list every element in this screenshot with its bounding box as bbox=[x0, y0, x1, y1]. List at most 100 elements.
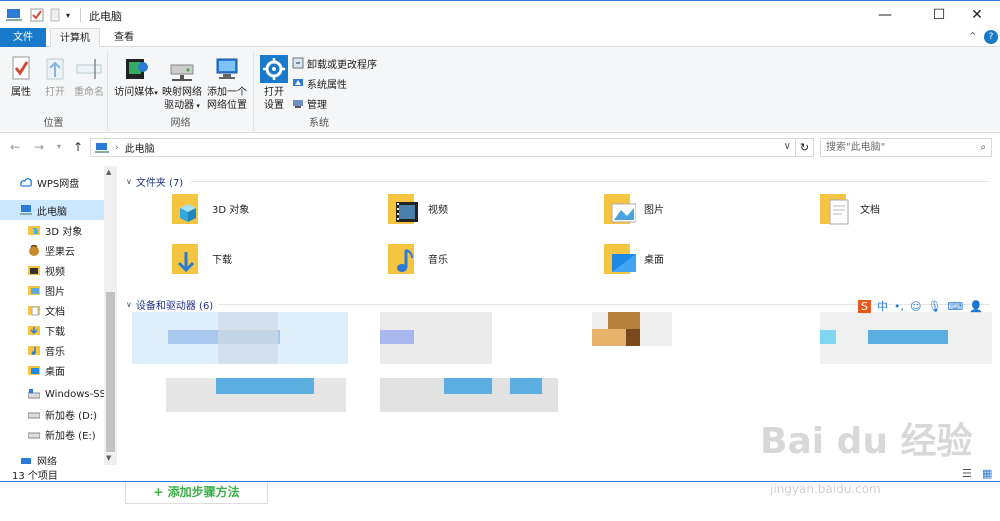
close-button[interactable]: ✕ bbox=[954, 1, 1000, 29]
nav-item-documents[interactable]: 文档 bbox=[0, 300, 104, 320]
nav-label: 视频 bbox=[45, 266, 65, 278]
folder-label: 下载 bbox=[212, 254, 232, 266]
tab-computer[interactable]: 计算机 bbox=[50, 28, 100, 48]
nav-item-this-pc[interactable]: 此电脑 bbox=[0, 200, 104, 220]
nav-item-network[interactable]: 网络 bbox=[0, 450, 104, 465]
nav-item-wps[interactable]: WPS网盘 bbox=[0, 172, 104, 192]
picture-icon bbox=[28, 286, 40, 295]
folder-label: 音乐 bbox=[428, 254, 448, 266]
uninstall-label: 卸载或更改程序 bbox=[307, 59, 377, 71]
ribbon: 属性 打开 重命名 位置 访问媒体▾ 映射网络 驱动器 ▾ 添加一个 网络位置 … bbox=[0, 47, 1000, 133]
title-bar: ▾ 此电脑 — ☐ ✕ bbox=[0, 0, 1000, 28]
customize-quick-access-icon[interactable]: ▾ bbox=[66, 7, 70, 23]
folder-label: 桌面 bbox=[644, 254, 664, 266]
search-input[interactable]: 搜索"此电脑" ⌕ bbox=[820, 138, 992, 157]
open-settings-button[interactable]: 打开 设置 bbox=[258, 55, 290, 112]
nav-item-jianguoyun[interactable]: 坚果云 bbox=[0, 240, 104, 260]
uninstall-icon bbox=[292, 57, 304, 69]
refresh-button[interactable]: ↻ bbox=[796, 138, 814, 157]
nut-icon bbox=[29, 244, 39, 256]
punctuation-icon: •, bbox=[893, 299, 904, 313]
folders-section-header[interactable]: ∨ 文件夹 (7) bbox=[126, 174, 183, 189]
desktop-icon bbox=[28, 366, 40, 375]
properties-quick-icon[interactable] bbox=[30, 7, 44, 23]
minimize-button[interactable]: — bbox=[862, 1, 908, 29]
scroll-up-icon[interactable]: ▲ bbox=[106, 168, 111, 176]
nav-item-desktop[interactable]: 桌面 bbox=[0, 360, 104, 380]
help-icon[interactable]: ? bbox=[984, 30, 998, 44]
manage-icon bbox=[293, 100, 303, 108]
details-view-icon[interactable]: ☰ bbox=[962, 467, 972, 480]
add-step-button[interactable]: + 添加步骤方法 bbox=[125, 482, 268, 504]
folder-downloads[interactable]: 下载 bbox=[172, 238, 372, 278]
folder-pictures[interactable]: 图片 bbox=[604, 188, 804, 228]
nav-item-pictures[interactable]: 图片 bbox=[0, 280, 104, 300]
large-icons-view-icon[interactable]: ▦ bbox=[982, 467, 992, 480]
folder-video[interactable]: 视频 bbox=[388, 188, 588, 228]
folder-3d-objects[interactable]: 3D 对象 bbox=[172, 188, 372, 228]
baidu-watermark: Bai du 经验 bbox=[760, 421, 973, 462]
nav-item-3d[interactable]: 3D 对象 bbox=[0, 220, 104, 240]
nav-item-video[interactable]: 视频 bbox=[0, 260, 104, 280]
breadcrumb-current[interactable]: 此电脑 bbox=[125, 140, 155, 155]
scroll-down-icon[interactable]: ▼ bbox=[106, 454, 111, 462]
ribbon-tabs: 文件 计算机 查看 ⌃ ? bbox=[0, 28, 1000, 48]
drive-thumb-blur bbox=[592, 329, 626, 346]
drive-text-blur bbox=[218, 312, 278, 364]
nav-item-music[interactable]: 音乐 bbox=[0, 340, 104, 360]
folder-label: 图片 bbox=[644, 204, 664, 216]
nav-item-drive-e[interactable]: 新加卷 (E:) bbox=[0, 424, 104, 444]
tab-view[interactable]: 查看 bbox=[104, 28, 144, 47]
folder-desktop[interactable]: 桌面 bbox=[604, 238, 804, 278]
uninstall-programs-button[interactable]: 卸载或更改程序 bbox=[292, 55, 377, 71]
tab-file[interactable]: 文件 bbox=[0, 28, 46, 47]
computer-icon[interactable] bbox=[6, 7, 22, 23]
properties-button[interactable]: 属性 bbox=[6, 55, 36, 99]
new-folder-quick-icon[interactable] bbox=[50, 7, 60, 23]
nav-item-drive-d[interactable]: 新加卷 (D:) bbox=[0, 404, 104, 424]
desktop-folder-icon bbox=[604, 244, 636, 274]
devices-section-header[interactable]: ∨ 设备和驱动器 (6) bbox=[126, 297, 213, 312]
nav-scrollbar[interactable]: ▲ ▼ bbox=[104, 166, 117, 465]
video-folder-icon bbox=[388, 194, 418, 224]
recent-locations-chevron-icon[interactable]: ▾ bbox=[57, 142, 61, 151]
network-group-label: 网络 bbox=[170, 118, 191, 129]
breadcrumb-chevron-icon: › bbox=[115, 142, 119, 153]
back-arrow-icon[interactable]: ← bbox=[10, 140, 20, 154]
devices-section-title: 设备和驱动器 (6) bbox=[135, 301, 214, 312]
add-location-label-2: 网络位置 bbox=[207, 100, 247, 111]
manage-button[interactable]: 管理 bbox=[292, 95, 327, 111]
ime-toolbar[interactable]: S 中 •, ☺ 🎙 ⌨ 👤 bbox=[858, 297, 1000, 315]
address-field[interactable]: › 此电脑 ∨ bbox=[90, 138, 796, 157]
open-label: 打开 bbox=[45, 87, 65, 98]
address-dropdown-icon[interactable]: ∨ bbox=[784, 141, 791, 152]
drive-bar bbox=[820, 330, 836, 344]
rename-button[interactable]: 重命名 bbox=[72, 55, 106, 99]
keyboard-icon: ⌨ bbox=[947, 299, 964, 313]
add-network-location-button[interactable]: 添加一个 网络位置 bbox=[204, 55, 250, 112]
collapse-ribbon-icon[interactable]: ⌃ bbox=[968, 30, 977, 43]
folder-label: 视频 bbox=[428, 204, 448, 216]
map-network-drive-button[interactable]: 映射网络 驱动器 ▾ bbox=[160, 55, 204, 113]
up-arrow-icon[interactable]: ↑ bbox=[73, 140, 83, 154]
access-media-button[interactable]: 访问媒体▾ bbox=[114, 55, 158, 100]
system-properties-button[interactable]: 系统属性 bbox=[292, 75, 347, 91]
computer-small-icon bbox=[95, 142, 109, 153]
open-button[interactable]: 打开 bbox=[40, 55, 70, 99]
folder-music[interactable]: 音乐 bbox=[388, 238, 588, 278]
forward-arrow-icon[interactable]: → bbox=[34, 140, 44, 154]
download-folder-icon bbox=[172, 244, 198, 274]
system-group-label: 系统 bbox=[309, 118, 329, 129]
folder-documents[interactable]: 文档 bbox=[820, 188, 1000, 228]
drive-usage-bar bbox=[216, 378, 314, 394]
nav-item-downloads[interactable]: 下载 bbox=[0, 320, 104, 340]
access-media-label: 访问媒体 bbox=[114, 87, 155, 98]
nav-item-drive-c[interactable]: Windows-SS bbox=[0, 384, 104, 404]
3d-objects-icon bbox=[28, 226, 40, 235]
scroll-thumb[interactable] bbox=[106, 292, 115, 452]
music-folder-icon bbox=[388, 244, 414, 274]
open-settings-label-1: 打开 bbox=[264, 87, 284, 98]
system-properties-label: 系统属性 bbox=[307, 79, 347, 91]
settings-gear-icon bbox=[260, 55, 288, 83]
network-group: 访问媒体▾ 映射网络 驱动器 ▾ 添加一个 网络位置 网络 bbox=[108, 51, 254, 131]
